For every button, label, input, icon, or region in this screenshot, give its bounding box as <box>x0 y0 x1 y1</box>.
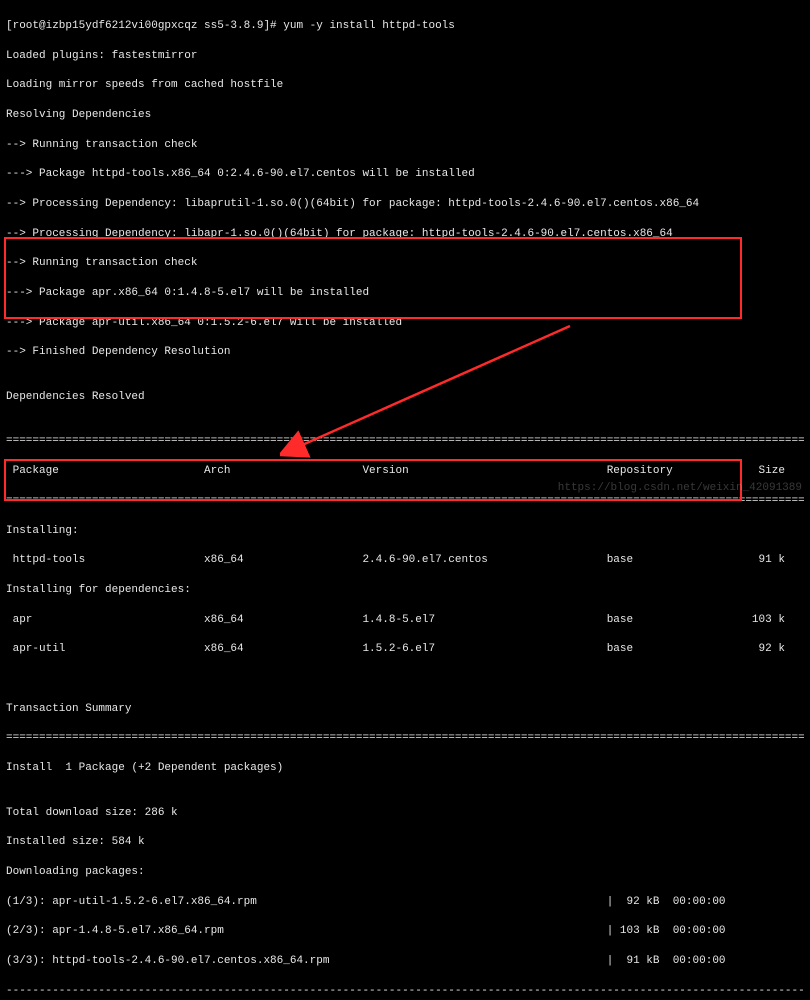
divider-equals: ========================================… <box>6 731 804 746</box>
line: Installed size: 584 k <box>6 835 804 850</box>
download-line: (3/3): httpd-tools-2.4.6-90.el7.centos.x… <box>6 954 804 969</box>
section-deps: Installing for dependencies: <box>6 583 804 598</box>
divider-equals: ========================================… <box>6 494 804 509</box>
line: Total download size: 286 k <box>6 806 804 821</box>
table-row: apr-util x86_64 1.5.2-6.el7 base 92 k <box>6 642 804 657</box>
line: --> Processing Dependency: libaprutil-1.… <box>6 197 804 212</box>
trans-summary: Transaction Summary <box>6 702 804 717</box>
line: --> Running transaction check <box>6 138 804 153</box>
line: Dependencies Resolved <box>6 390 804 405</box>
install-summary: Install 1 Package (+2 Dependent packages… <box>6 761 804 776</box>
line: ---> Package httpd-tools.x86_64 0:2.4.6-… <box>6 167 804 182</box>
divider-equals: ========================================… <box>6 434 804 449</box>
section-installing: Installing: <box>6 524 804 539</box>
line: --> Running transaction check <box>6 256 804 271</box>
line: ---> Package apr-util.x86_64 0:1.5.2-6.e… <box>6 316 804 331</box>
shell-prompt[interactable]: [root@izbp15ydf6212vi00gpxcqz ss5-3.8.9]… <box>6 19 804 34</box>
line: Downloading packages: <box>6 865 804 880</box>
table-header: Package Arch Version Repository Size <box>6 464 804 479</box>
table-row: httpd-tools x86_64 2.4.6-90.el7.centos b… <box>6 553 804 568</box>
line <box>6 672 804 687</box>
download-line: (2/3): apr-1.4.8-5.el7.x86_64.rpm | 103 … <box>6 924 804 939</box>
line: --> Processing Dependency: libapr-1.so.0… <box>6 227 804 242</box>
line: Loading mirror speeds from cached hostfi… <box>6 78 804 93</box>
line: ---> Package apr.x86_64 0:1.4.8-5.el7 wi… <box>6 286 804 301</box>
line: Resolving Dependencies <box>6 108 804 123</box>
table-row: apr x86_64 1.4.8-5.el7 base 103 k <box>6 613 804 628</box>
terminal-output: [root@izbp15ydf6212vi00gpxcqz ss5-3.8.9]… <box>0 0 810 1000</box>
line: --> Finished Dependency Resolution <box>6 345 804 360</box>
download-line: (1/3): apr-util-1.5.2-6.el7.x86_64.rpm |… <box>6 895 804 910</box>
line: Loaded plugins: fastestmirror <box>6 49 804 64</box>
watermark: https://blog.csdn.net/weixin_42091389 <box>558 481 802 496</box>
divider-dash: ----------------------------------------… <box>6 984 804 999</box>
